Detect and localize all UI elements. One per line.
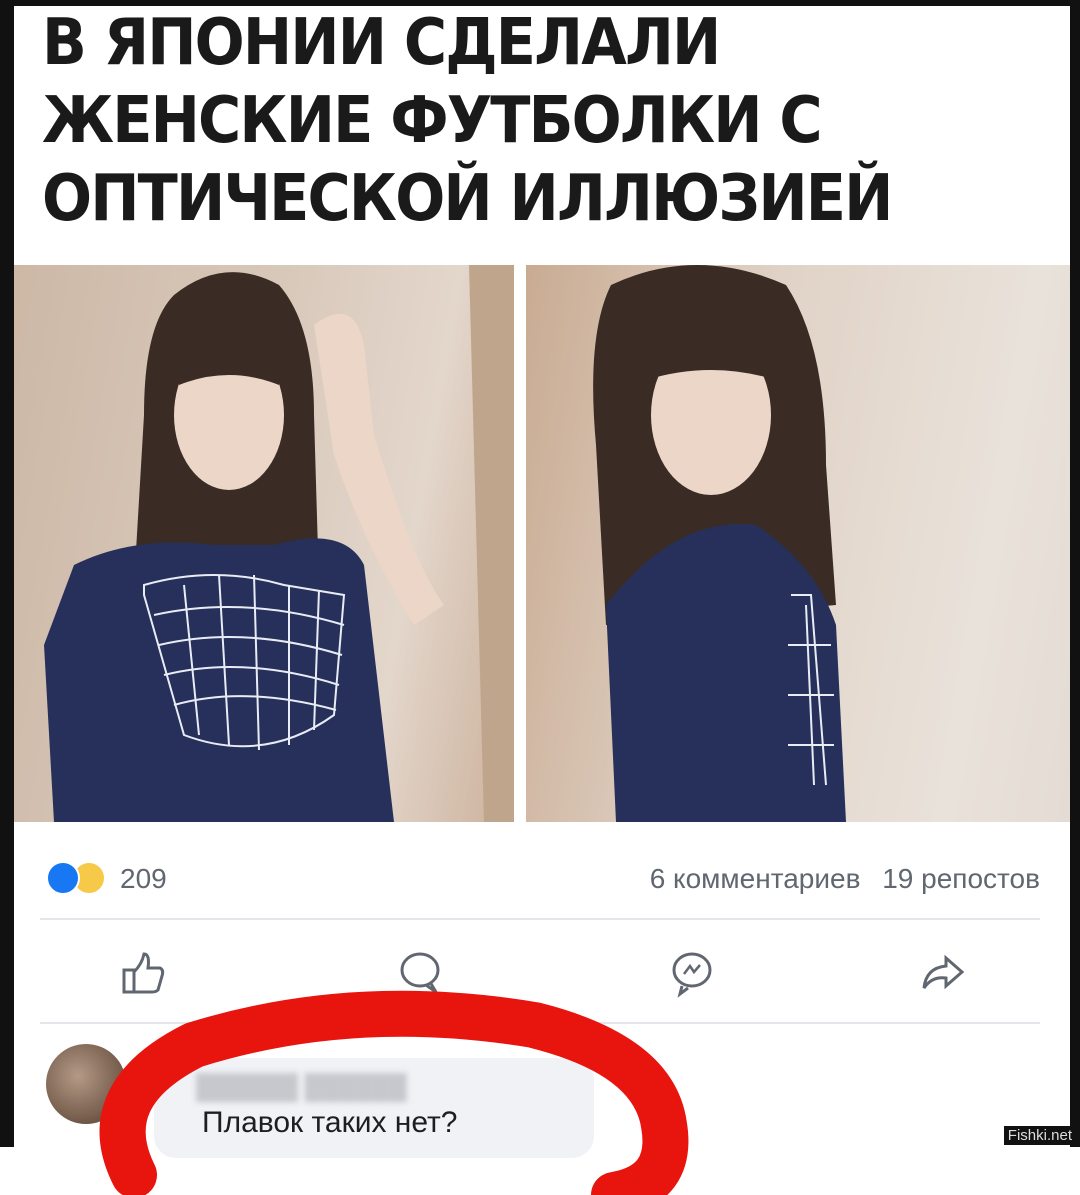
messenger-icon[interactable] xyxy=(662,942,722,1002)
watermark: Fishki.net xyxy=(1003,1126,1076,1145)
divider-top xyxy=(40,918,1040,920)
reaction-count[interactable]: 209 xyxy=(120,863,167,895)
like-icon[interactable] xyxy=(112,942,172,1002)
post-headline: В ЯПОНИИ СДЕЛАЛИ ЖЕНСКИЕ ФУТБОЛКИ С ОПТИ… xyxy=(42,6,893,236)
commenter-avatar[interactable] xyxy=(46,1044,126,1124)
divider-bottom xyxy=(40,1022,1040,1024)
right-frame-border xyxy=(1070,0,1080,1147)
left-frame-border xyxy=(0,0,14,1147)
share-icon[interactable] xyxy=(912,942,972,1002)
post-action-bar xyxy=(40,930,1040,1010)
comment-author-blurred: ██████ ██████ xyxy=(196,1074,407,1101)
post-photo-left[interactable] xyxy=(14,265,514,822)
like-reaction-icon[interactable] xyxy=(46,861,80,895)
post-stats-bar: 209 6 комментариев 19 репостов xyxy=(46,855,1040,899)
comment-text: Плавок таких нет? xyxy=(202,1106,458,1139)
engagement-counts: 6 комментариев 19 репостов xyxy=(636,863,1040,895)
photo-divider xyxy=(514,265,526,822)
comment-icon[interactable] xyxy=(390,942,450,1002)
post-photo-right[interactable] xyxy=(526,265,1070,822)
comment-item: ██████ ██████ Плавок таких нет? xyxy=(46,1040,1046,1158)
reposts-count-link[interactable]: 19 репостов xyxy=(882,863,1040,894)
comments-count-link[interactable]: 6 комментариев xyxy=(650,863,861,894)
